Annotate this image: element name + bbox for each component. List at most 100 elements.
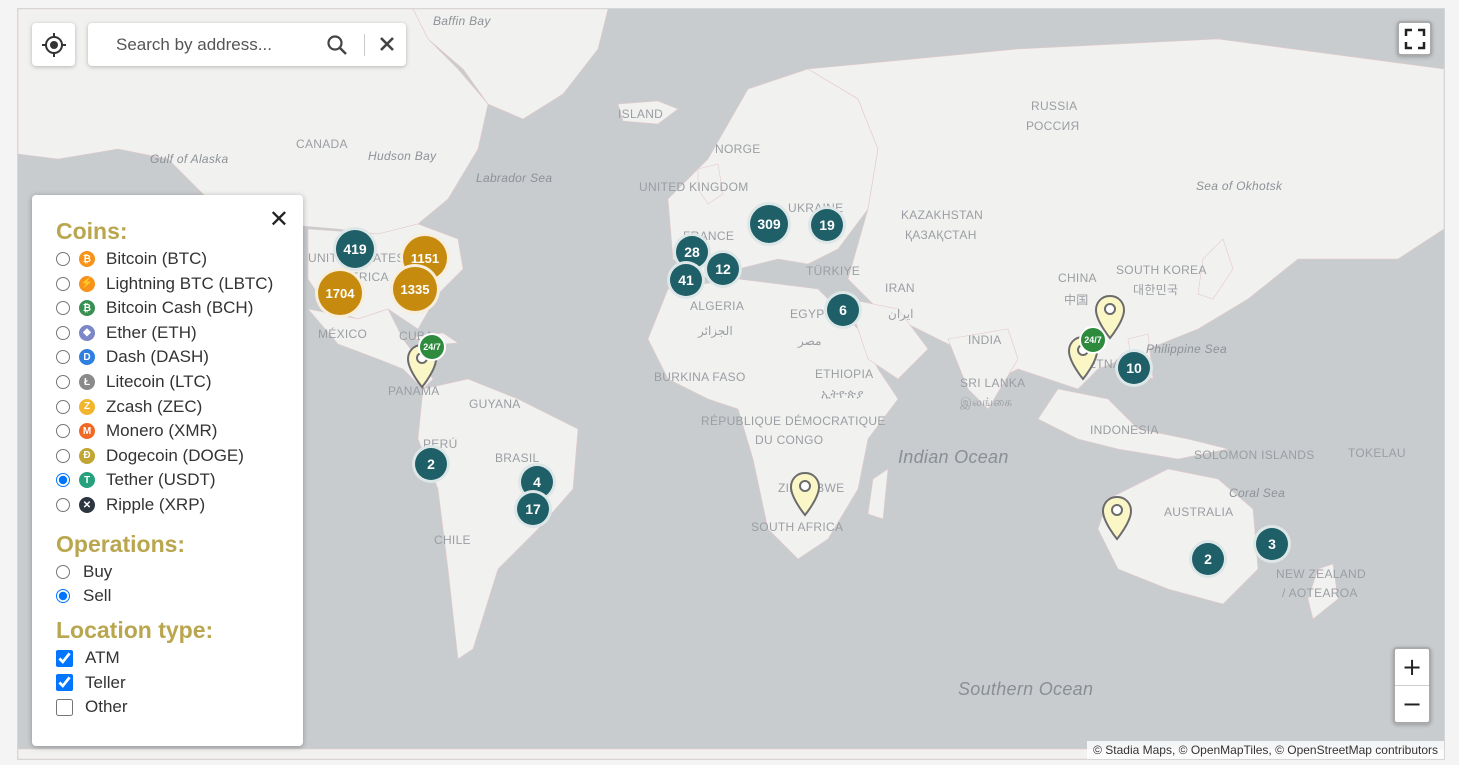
coin-icon: ✕ <box>79 497 95 513</box>
operation-option[interactable]: Buy <box>56 561 112 583</box>
coin-option[interactable]: ₿ Bitcoin Cash (BCH) <box>56 297 253 319</box>
location-type-checkbox[interactable] <box>56 698 73 716</box>
location-type-heading: Location type: <box>56 617 214 643</box>
coin-icon: T <box>79 472 95 489</box>
coin-icon: D <box>79 349 95 366</box>
locate-me-button[interactable] <box>32 23 75 66</box>
map-cluster[interactable]: 19 <box>808 206 846 244</box>
operation-radio[interactable] <box>56 565 70 579</box>
map-label-sea-okhotsk: Sea of Okhotsk <box>1196 179 1283 193</box>
location-type-label: Teller <box>85 672 126 692</box>
coin-option[interactable]: Ł Litecoin (LTC) <box>56 371 212 393</box>
map-cluster[interactable]: 10 <box>1115 349 1153 387</box>
coin-option[interactable]: ₿ Bitcoin (BTC) <box>56 248 207 270</box>
zoom-out-button[interactable]: − <box>1395 686 1429 722</box>
coin-label: Dogecoin (DOGE) <box>106 445 244 465</box>
map-label-drc-2: DU CONGO <box>755 433 824 447</box>
coin-radio[interactable] <box>56 252 70 266</box>
map-cluster[interactable]: 17 <box>514 490 552 528</box>
coin-label: Zcash (ZEC) <box>106 396 203 416</box>
coin-icon: Z <box>79 398 95 415</box>
coin-label: Bitcoin Cash (BCH) <box>106 298 254 318</box>
map-label-new-zealand: NEW ZEALAND <box>1276 567 1366 581</box>
coin-icon: ₿ <box>79 251 95 267</box>
coin-radio[interactable] <box>56 473 70 488</box>
coin-icon: ⚡ <box>79 275 95 292</box>
map-pin-icon[interactable] <box>1100 495 1134 541</box>
coin-radio[interactable] <box>56 375 70 389</box>
map-pin-icon[interactable] <box>788 471 822 517</box>
coin-label: Dash (DASH) <box>106 347 209 367</box>
location-type-option[interactable]: Teller <box>56 672 126 694</box>
map-cluster[interactable]: 12 <box>704 250 742 288</box>
clear-search-icon[interactable] <box>378 35 396 53</box>
coin-option[interactable]: T Tether (USDT) <box>56 469 216 491</box>
map-attribution: © Stadia Maps, © OpenMapTiles, © OpenStr… <box>1087 741 1444 759</box>
coin-radio[interactable] <box>56 498 70 512</box>
map-cluster[interactable]: 1335 <box>390 264 440 314</box>
coin-radio[interactable] <box>56 301 70 316</box>
operations-heading: Operations: <box>56 531 186 557</box>
map-label-kazakhstan-native: ҚАЗАҚСТАН <box>905 228 977 242</box>
location-type-checkbox[interactable] <box>56 674 73 692</box>
coin-option[interactable]: ⚡ Lightning BTC (LBTC) <box>56 273 273 295</box>
map-label-china-native: 中国 <box>1064 293 1089 307</box>
map-cluster[interactable]: 3 <box>1253 525 1291 563</box>
coin-radio[interactable] <box>56 448 70 463</box>
coin-radio[interactable] <box>56 350 70 365</box>
map-label-chile: CHILE <box>434 533 471 547</box>
map-label-norge: NORGE <box>715 142 761 156</box>
map-label-iran: IRAN <box>885 281 915 295</box>
location-type-checkbox[interactable] <box>56 649 73 667</box>
zoom-in-button[interactable]: + <box>1395 649 1429 686</box>
coin-icon: ₿ <box>79 300 95 317</box>
zoom-control: + − <box>1393 647 1431 724</box>
coin-radio[interactable] <box>56 325 70 340</box>
map-label-sri-lanka-native: இலங்கை <box>960 395 1013 409</box>
coin-radio[interactable] <box>56 424 70 439</box>
coin-label: Tether (USDT) <box>106 470 216 490</box>
location-type-option[interactable]: ATM <box>56 647 120 669</box>
coin-radio[interactable] <box>56 399 70 414</box>
fullscreen-button[interactable] <box>1397 21 1432 56</box>
operation-option[interactable]: Sell <box>56 585 111 607</box>
coin-label: Lightning BTC (LBTC) <box>106 273 274 293</box>
fullscreen-icon <box>1404 28 1425 49</box>
map-label-solomon-islands: SOLOMON ISLANDS <box>1194 448 1315 462</box>
operation-label: Buy <box>83 562 113 581</box>
crosshair-icon <box>41 32 66 57</box>
map-label-aotearoa: / AOTEAROA <box>1282 586 1358 600</box>
map-cluster[interactable]: 309 <box>747 202 791 246</box>
map-cluster[interactable]: 41 <box>667 261 705 299</box>
coin-option[interactable]: Ð Dogecoin (DOGE) <box>56 445 244 467</box>
coin-option[interactable]: D Dash (DASH) <box>56 346 209 368</box>
coin-option[interactable]: ✕ Ripple (XRP) <box>56 494 205 516</box>
map-cluster[interactable]: 419 <box>333 227 377 271</box>
location-type-option[interactable]: Other <box>56 696 128 718</box>
coin-option[interactable]: Z Zcash (ZEC) <box>56 396 202 418</box>
map-label-indian-ocean: Indian Ocean <box>898 447 1009 467</box>
map-cluster[interactable]: 2 <box>1189 540 1227 578</box>
map-label-sri-lanka: SRI LANKA <box>960 376 1026 390</box>
map-label-indonesia: INDONESIA <box>1090 423 1159 437</box>
map-label-south-korea-native: 대한민국 <box>1133 283 1179 297</box>
map-label-russia: RUSSIA <box>1031 99 1078 113</box>
map-cluster[interactable]: 1704 <box>315 268 365 318</box>
location-type-label: ATM <box>85 648 120 667</box>
coin-label: Ether (ETH) <box>106 322 197 342</box>
coin-icon: Ł <box>79 374 95 390</box>
coin-option[interactable]: ◆ Ether (ETH) <box>56 322 197 344</box>
close-panel-button[interactable]: ✕ <box>269 205 289 233</box>
coin-radio[interactable] <box>56 276 70 291</box>
search-input[interactable] <box>114 33 318 56</box>
coin-option[interactable]: M Monero (XMR) <box>56 420 217 442</box>
badge-24-7: 24/7 <box>418 333 446 361</box>
map-label-hudson-bay: Hudson Bay <box>368 149 437 163</box>
operation-radio[interactable] <box>56 589 70 603</box>
map-canvas[interactable]: Baffin Bay ISLAND RUSSIA РОССИЯ CANADA G… <box>17 8 1445 760</box>
coins-heading: Coins: <box>56 218 128 244</box>
map-cluster[interactable]: 2 <box>412 445 450 483</box>
search-icon[interactable] <box>326 34 348 56</box>
map-label-labrador-sea: Labrador Sea <box>476 171 553 185</box>
map-cluster[interactable]: 6 <box>824 291 862 329</box>
